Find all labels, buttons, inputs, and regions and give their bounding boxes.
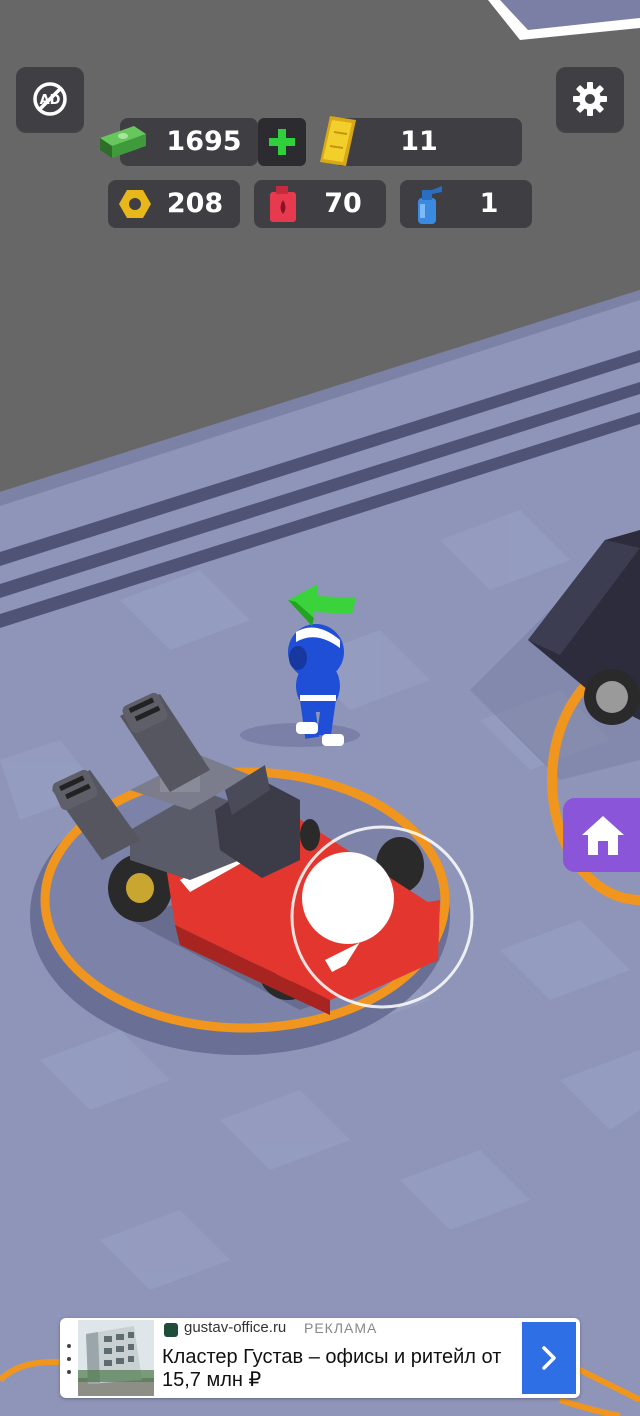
- red-fuel-can-icon: [270, 186, 296, 222]
- ad-title[interactable]: Кластер Густав – офисы и ритейл от 15,7 …: [162, 1346, 502, 1392]
- add-cash-button[interactable]: [258, 118, 306, 166]
- cash-value: 1695: [166, 126, 242, 157]
- remove-ads-button[interactable]: AD: [16, 67, 84, 131]
- game-viewport[interactable]: AD 1695: [0, 0, 640, 1416]
- home-button[interactable]: [563, 798, 640, 872]
- nut-value: 208: [166, 188, 224, 219]
- bottle-value: 1: [479, 188, 499, 219]
- ad-label: РЕКЛАМА: [304, 1320, 378, 1336]
- ad-banner[interactable]: gustav-office.ru РЕКЛАМА Кластер Густав …: [60, 1318, 580, 1398]
- hex-nut-icon: [119, 190, 151, 218]
- joystick-knob[interactable]: [302, 852, 394, 944]
- chevron-right-icon: [542, 1346, 556, 1370]
- fuel-value: 70: [324, 188, 362, 219]
- blue-spray-bottle-icon: [418, 186, 442, 224]
- more-vertical-icon[interactable]: [64, 1344, 74, 1374]
- golden-ticket-icon: [320, 116, 356, 166]
- ad-domain[interactable]: gustav-office.ru: [184, 1319, 286, 1336]
- home-icon: [582, 816, 624, 855]
- ad-open-button[interactable]: [522, 1322, 576, 1394]
- gear-icon: [573, 82, 607, 116]
- ad-image[interactable]: [78, 1320, 154, 1396]
- ad-favicon: [164, 1323, 178, 1337]
- ticket-counter: 11: [334, 118, 522, 166]
- plus-icon: [269, 129, 295, 155]
- settings-button[interactable]: [556, 67, 624, 131]
- no-ads-icon: AD: [33, 82, 67, 116]
- building-illustration: [78, 1320, 154, 1396]
- ticket-value: 11: [400, 126, 438, 157]
- cash-stack-icon: [100, 126, 146, 158]
